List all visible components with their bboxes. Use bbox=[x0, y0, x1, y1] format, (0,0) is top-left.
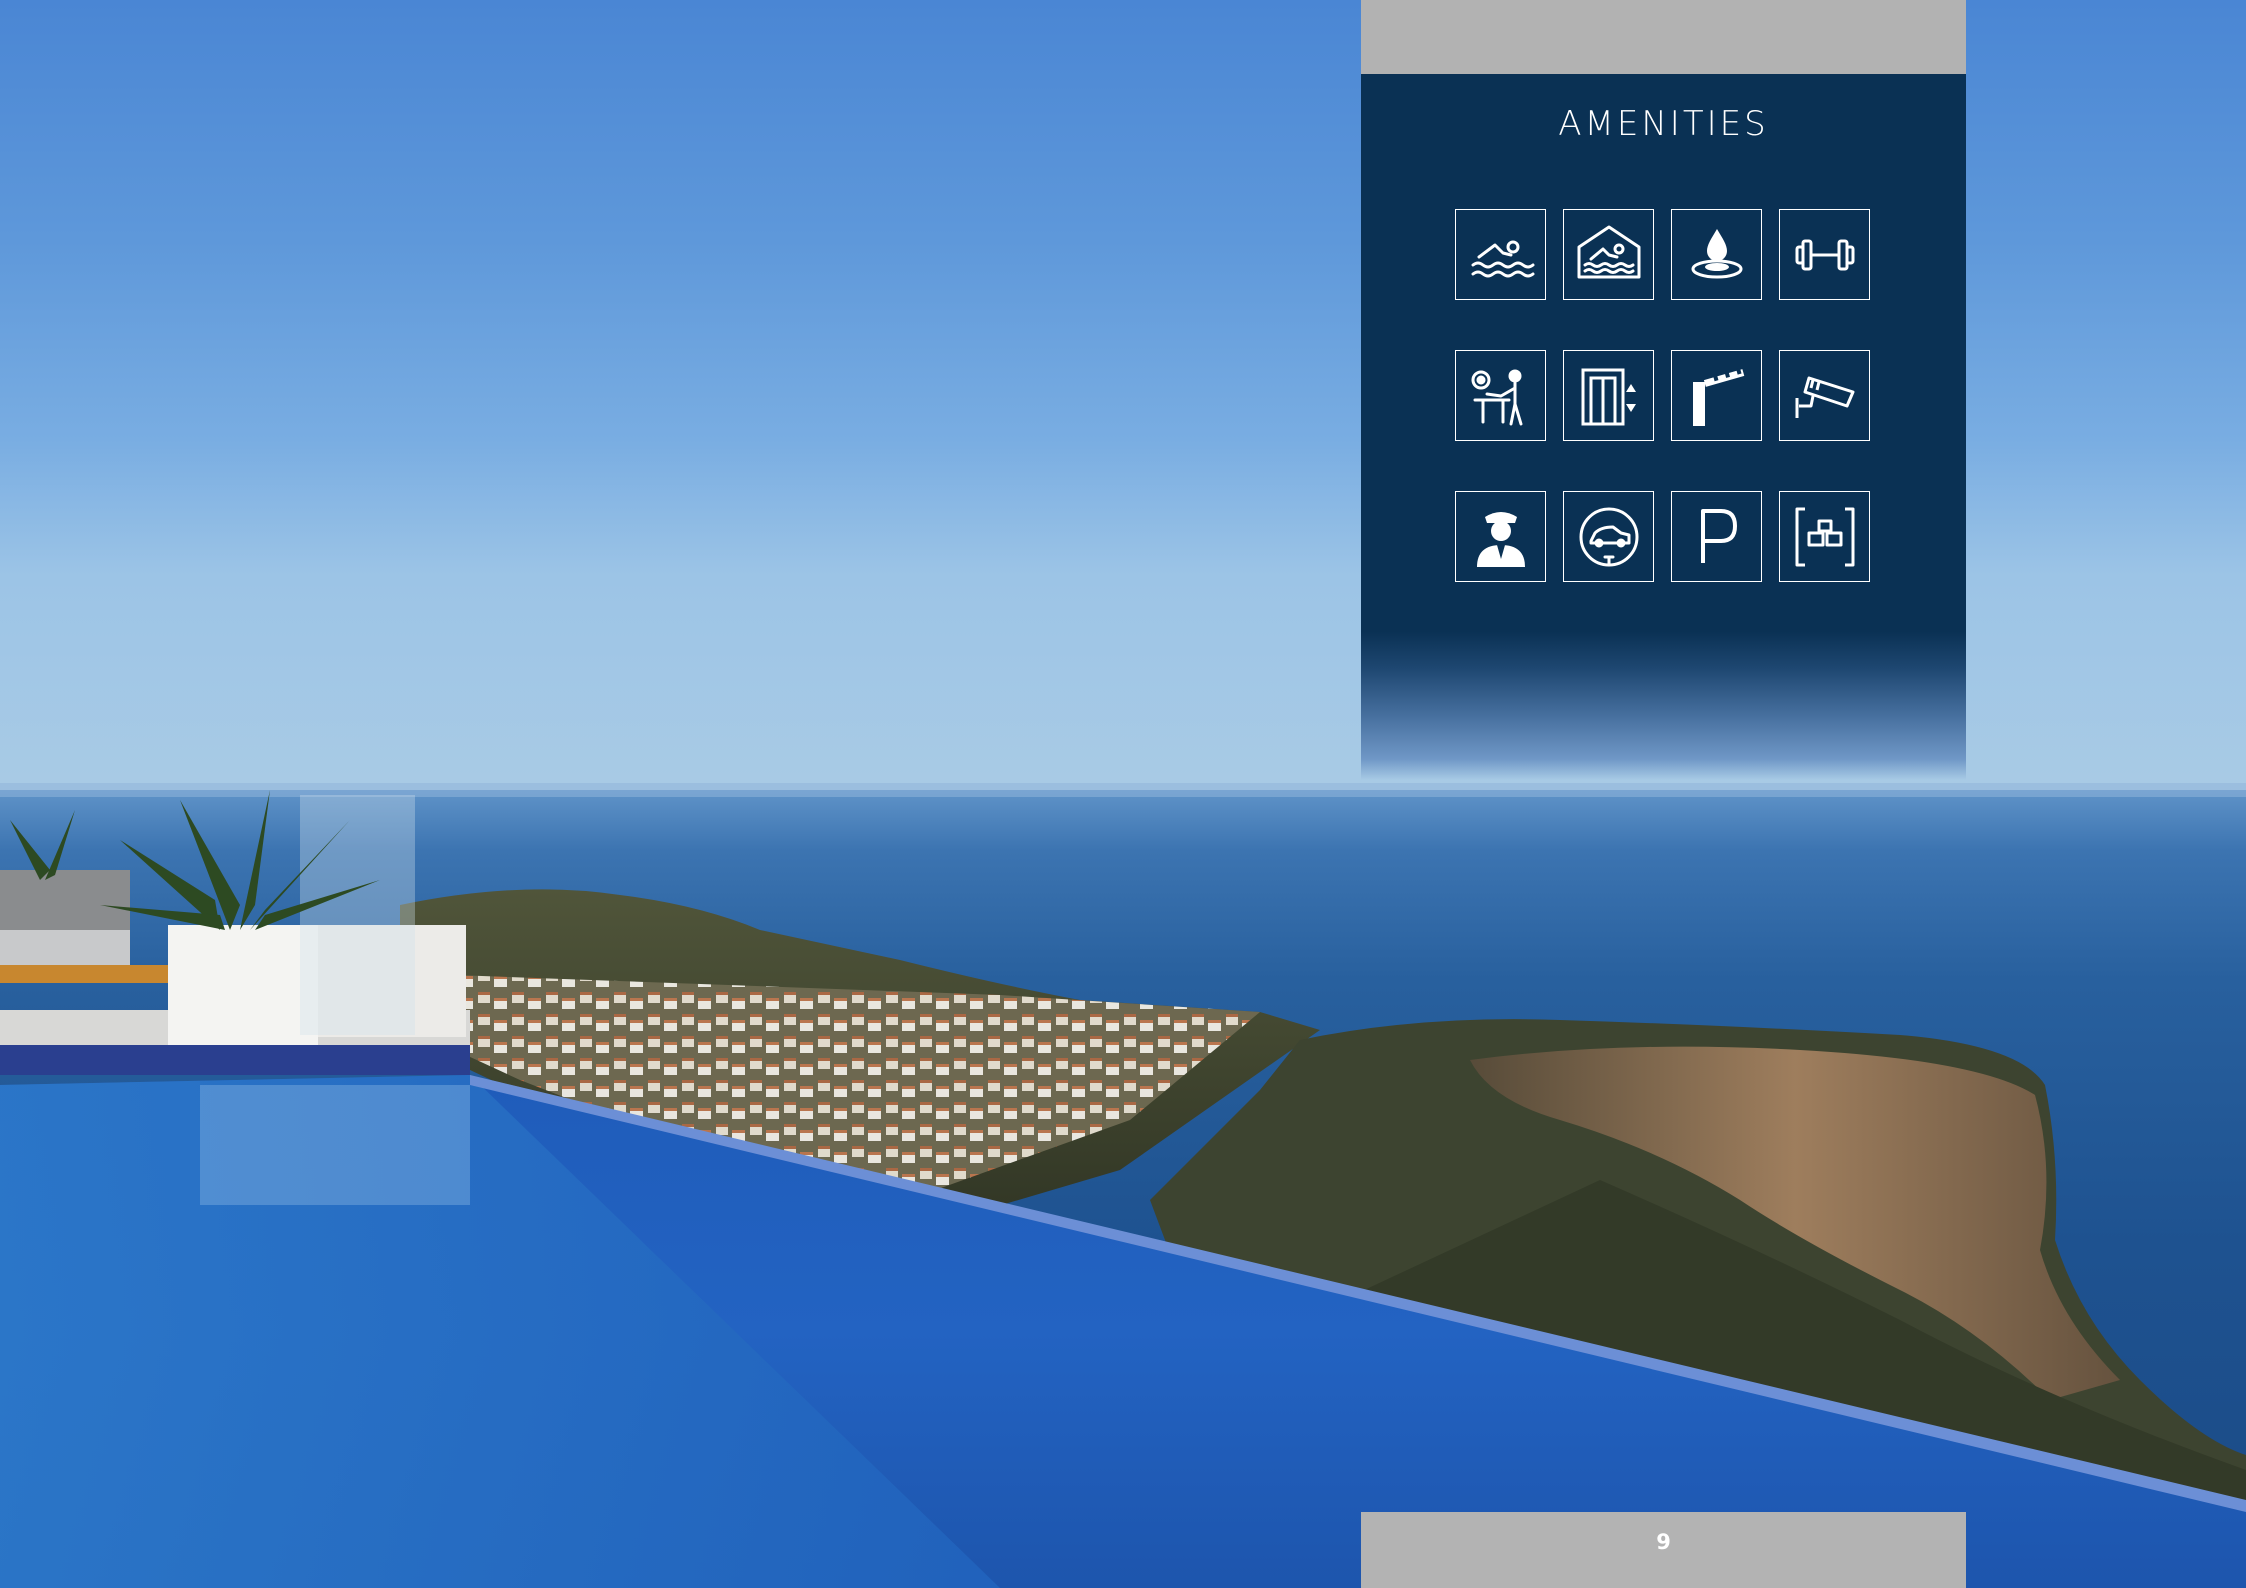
outdoor-pool-icon bbox=[1471, 240, 1534, 277]
security-camera-tile[interactable] bbox=[1779, 350, 1870, 441]
spa-icon bbox=[1691, 228, 1742, 278]
elevator-tile[interactable] bbox=[1563, 350, 1654, 441]
gym-dumbbell-icon bbox=[1795, 239, 1854, 270]
amenities-panel: AMENITIES bbox=[1361, 74, 1966, 780]
page-footer-bar: 9 bbox=[1361, 1512, 1966, 1588]
spa-tile[interactable] bbox=[1671, 209, 1762, 300]
page-number: 9 bbox=[1656, 1530, 1671, 1554]
ev-charging-tile[interactable] bbox=[1563, 491, 1654, 582]
games-room-icon bbox=[1471, 369, 1522, 425]
games-room-tile[interactable] bbox=[1455, 350, 1546, 441]
parking-tile[interactable] bbox=[1671, 491, 1762, 582]
outdoor-pool-tile[interactable] bbox=[1455, 209, 1546, 300]
amenities-icon-grid bbox=[1455, 209, 1875, 582]
barrier-gate-icon bbox=[1692, 367, 1744, 426]
parking-icon bbox=[1700, 508, 1737, 563]
amenities-title: AMENITIES bbox=[1558, 104, 1769, 144]
panel-header-bar bbox=[1361, 0, 1966, 74]
storage-room-icon bbox=[1795, 507, 1854, 566]
indoor-pool-icon bbox=[1577, 225, 1640, 278]
indoor-pool-tile[interactable] bbox=[1563, 209, 1654, 300]
concierge-tile[interactable] bbox=[1455, 491, 1546, 582]
security-camera-icon bbox=[1795, 376, 1854, 418]
storage-room-tile[interactable] bbox=[1779, 491, 1870, 582]
barrier-gate-tile[interactable] bbox=[1671, 350, 1762, 441]
concierge-icon bbox=[1476, 511, 1525, 567]
gym-tile[interactable] bbox=[1779, 209, 1870, 300]
ev-charging-icon bbox=[1579, 507, 1638, 566]
elevator-icon bbox=[1581, 368, 1636, 425]
